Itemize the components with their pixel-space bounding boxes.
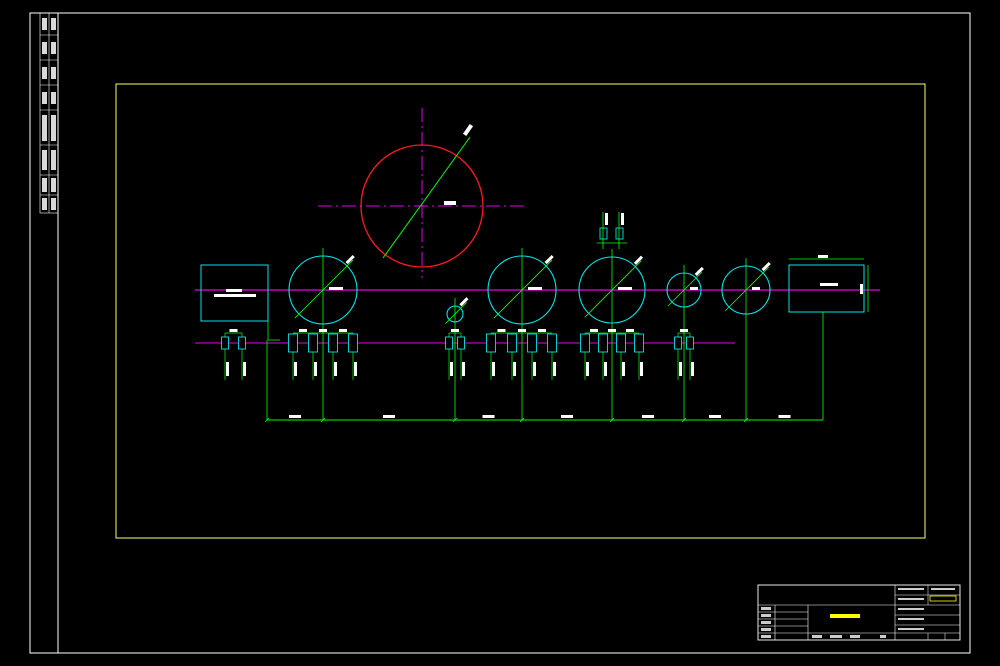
baseline-dim-text-6 [709, 415, 721, 418]
sensor-5-spacing-text [339, 329, 347, 332]
baseline-dimension-chain [264, 312, 824, 423]
sensor-7-body [445, 336, 453, 350]
drawing-title-glyph [830, 614, 860, 618]
sensor-13-spacing-text [590, 329, 598, 332]
sensor-5-body [328, 333, 338, 353]
sensor-11-body [527, 333, 537, 353]
drum-1-label-glyph [329, 287, 343, 290]
sensor-12-tag [553, 362, 556, 376]
sensor-17-body [674, 336, 682, 350]
baseline-dim-text-1 [289, 415, 301, 418]
sensor-5-tag [334, 362, 337, 376]
sensor-11-tag [533, 362, 536, 376]
sensor-4-body [308, 333, 318, 353]
baseline-dim-text-2 [383, 415, 395, 418]
right-box-label-glyph [820, 283, 838, 286]
sensor-18-tag [691, 362, 694, 376]
title-block[interactable] [757, 584, 961, 641]
baseline-dim-text-5 [642, 415, 654, 418]
sensor-1-tag [226, 362, 229, 376]
right-box-unit[interactable] [788, 255, 869, 313]
sensor-2[interactable] [238, 333, 247, 380]
sensor-3-spacing-text [299, 329, 307, 332]
main-unit[interactable] [318, 108, 528, 278]
left-box-unit[interactable] [200, 264, 269, 322]
viewport-border [115, 83, 926, 539]
sensor-10-body [507, 333, 517, 353]
left-box-label-line2 [214, 294, 256, 297]
drum-5-diameter-line [724, 266, 770, 312]
sensor-17-spacing-text [680, 329, 688, 332]
sensor-7-spacing-text [451, 329, 459, 332]
drum-1-diameter-line [294, 259, 354, 319]
sensor-9-spacing-text [497, 329, 506, 332]
sensor-14-tag [604, 362, 607, 376]
sensor-2-body [238, 336, 246, 350]
sensor-2-tag [243, 362, 246, 376]
side-revision-table [39, 12, 59, 214]
sensor-15-tag [622, 362, 625, 376]
sensor-9-tag [492, 362, 495, 376]
sensor-15-spacing-text [626, 329, 634, 332]
sensor-10-spacing-text [518, 329, 526, 332]
sensor-6-tag [354, 362, 357, 376]
drawing-number-box [929, 595, 957, 602]
sensor-16[interactable] [634, 333, 644, 380]
drum-2-diameter-line [493, 259, 553, 319]
title-block-frame [757, 584, 961, 641]
sensor-17-tag [679, 362, 682, 376]
drum-4-label-glyph [690, 287, 698, 290]
right-box-width-text [818, 255, 828, 258]
sensor-16-tag [640, 362, 643, 376]
sensor-18[interactable] [686, 333, 695, 380]
drum-2[interactable] [487, 248, 557, 420]
sensor-3-body [288, 333, 298, 353]
baseline-dim-text-7 [778, 415, 791, 418]
top-sensor-left [599, 227, 608, 240]
sensor-14-spacing-text [608, 329, 616, 332]
sensor-8[interactable] [457, 333, 466, 380]
left-box [200, 264, 269, 322]
baseline-dim-text-4 [561, 415, 573, 418]
sensor-6[interactable] [348, 333, 358, 380]
sensor-11-spacing-text [538, 329, 546, 332]
sensor-row [221, 329, 695, 380]
main-unit-diameter-line [382, 136, 471, 259]
sensor-18-body [686, 336, 694, 350]
sensor-8-tag [462, 362, 465, 376]
sensor-1-body [221, 336, 229, 350]
sensor-15-body [616, 333, 626, 353]
sensor-13-tag [586, 362, 589, 376]
drum-1[interactable] [288, 248, 358, 420]
top-sensor-right [615, 227, 624, 240]
sensor-13-body [580, 333, 590, 353]
sensor-12-body [547, 333, 557, 353]
right-box [788, 264, 865, 313]
sensor-3-tag [294, 362, 297, 376]
drum-3-diameter-line [584, 260, 642, 318]
main-unit-label-glyph [444, 201, 456, 205]
sensor-12[interactable] [547, 333, 557, 380]
sensor-4-tag [314, 362, 317, 376]
drum-2-label-glyph [528, 287, 542, 290]
left-box-label-line1 [226, 289, 242, 292]
main-unit-diameter-label [462, 123, 474, 137]
sensor-9-body [486, 333, 496, 353]
sensor-1-spacing-text [229, 329, 238, 332]
baseline-dim-text-3 [482, 415, 495, 418]
sensor-16-body [634, 333, 644, 353]
drum-5-label-glyph [752, 287, 760, 290]
right-box-height-text [860, 284, 863, 294]
sensor-7-tag [450, 362, 453, 376]
sensor-10-tag [513, 362, 516, 376]
top-sensor-pair[interactable] [597, 212, 627, 249]
drum-5[interactable] [721, 258, 771, 420]
sensor-6-body [348, 333, 358, 353]
sensor-4-spacing-text [319, 329, 327, 332]
sensor-8-body [457, 336, 465, 350]
drum-3-label-glyph [618, 287, 632, 290]
cad-drawing-canvas[interactable] [0, 0, 1000, 666]
sensor-14-body [598, 333, 608, 353]
